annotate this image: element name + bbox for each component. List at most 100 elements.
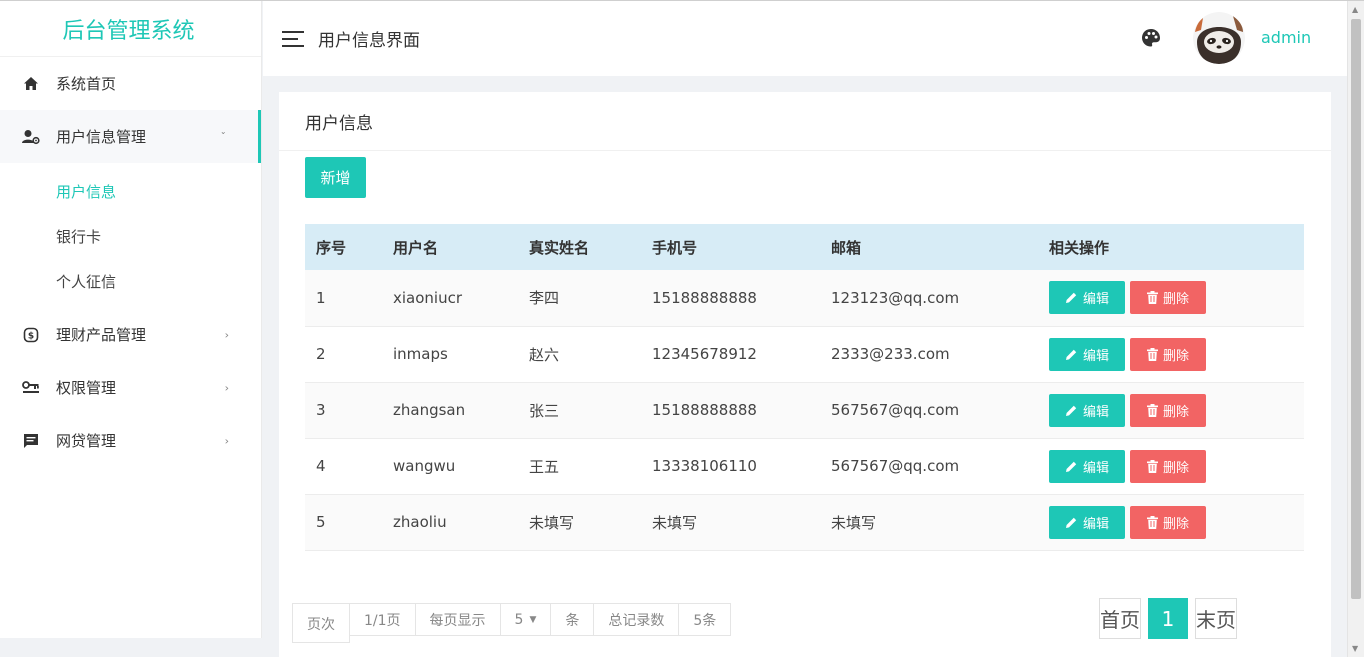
sidebar-subitem-bank-card[interactable]: 银行卡 — [0, 214, 261, 259]
table-row: 1 xiaoniucr 李四 15188888888 123123@qq.com 编辑 删除 — [305, 270, 1304, 326]
add-button[interactable]: 新增 — [305, 157, 366, 198]
edit-label: 编辑 — [1082, 348, 1109, 364]
column-header: 手机号 — [652, 238, 698, 257]
menu-toggle-icon[interactable] — [282, 30, 304, 47]
user-management-submenu: 用户信息 银行卡 个人征信 — [0, 163, 261, 308]
chevron-right-icon: › — [224, 434, 229, 447]
row-username: zhaoliu — [393, 513, 447, 531]
row-username: zhangsan — [393, 401, 466, 419]
total-value: 5条 — [679, 603, 732, 636]
row-email: 567567@qq.com — [831, 401, 960, 419]
edit-label: 编辑 — [1082, 516, 1109, 532]
sidebar-item-label: 用户信息管理 — [56, 128, 147, 146]
palette-icon[interactable] — [1140, 27, 1162, 49]
delete-button[interactable]: 删除 — [1130, 449, 1206, 483]
user-table: 序号 用户名 真实姓名 手机号 邮箱 相关操作 1 xiaoniucr 李四 1518… — [305, 224, 1304, 551]
scroll-up-icon[interactable]: ▲ — [1352, 5, 1358, 14]
row-email: 567567@qq.com — [831, 457, 960, 475]
chevron-right-icon: › — [224, 328, 229, 341]
edit-button[interactable]: 编辑 — [1049, 281, 1125, 315]
pagination-info: 页次 1/1页 每页显示 5 ▼ 条 总记录数 5条 — [292, 603, 732, 643]
delete-label: 删除 — [1162, 348, 1189, 364]
pencil-icon — [1065, 291, 1078, 304]
pencil-icon — [1065, 460, 1078, 473]
user-name[interactable]: admin — [1261, 28, 1311, 47]
table-row: 3 zhangsan 张三 15188888888 567567@qq.com 编辑 删除 — [305, 382, 1304, 438]
table-row: 4 wangwu 王五 13338106110 567567@qq.com 编辑 删除 — [305, 438, 1304, 494]
sidebar-item-label: 理财产品管理 — [56, 326, 147, 344]
column-header: 序号 — [316, 238, 347, 257]
scrollbar-thumb[interactable] — [1351, 19, 1361, 599]
sidebar-item-label: 权限管理 — [56, 379, 117, 397]
row-actions: 编辑 删除 — [1038, 270, 1304, 326]
delete-button[interactable]: 删除 — [1130, 393, 1206, 427]
first-page-button[interactable]: 首页 — [1099, 598, 1141, 639]
message-icon — [22, 432, 40, 450]
vertical-scrollbar[interactable]: ▲ ▼ — [1347, 1, 1364, 657]
chevron-right-icon: › — [224, 381, 229, 394]
user-settings-icon — [22, 128, 40, 146]
delete-button[interactable]: 删除 — [1130, 281, 1206, 315]
per-page-select[interactable]: 5 ▼ — [500, 603, 552, 636]
delete-label: 删除 — [1162, 404, 1189, 420]
edit-button[interactable]: 编辑 — [1049, 337, 1125, 371]
page-number-button[interactable]: 1 — [1148, 598, 1188, 639]
chevron-down-icon: ˇ — [220, 130, 227, 143]
row-username: xiaoniucr — [393, 288, 463, 307]
row-index: 4 — [316, 457, 326, 475]
trash-icon — [1146, 459, 1158, 473]
user-info-card: 用户信息 新增 序号 用户名 真实姓名 手机号 邮箱 相关操作 1 xiaoniu… — [279, 92, 1331, 657]
sidebar-item-finance-products[interactable]: $ 理财产品管理 › — [0, 308, 261, 361]
sidebar-subitem-credit[interactable]: 个人征信 — [0, 259, 261, 304]
last-page-button[interactable]: 末页 — [1195, 598, 1237, 639]
edit-label: 编辑 — [1082, 404, 1109, 420]
brand-title: 后台管理系统 — [0, 1, 261, 57]
row-realname: 王五 — [529, 457, 560, 476]
row-username: inmaps — [393, 345, 448, 363]
row-email: 未填写 — [831, 513, 877, 532]
sidebar-item-label: 系统首页 — [56, 75, 117, 93]
column-header: 用户名 — [393, 238, 439, 257]
per-page-value: 5 — [514, 611, 524, 628]
scroll-down-icon[interactable]: ▼ — [1352, 644, 1358, 653]
delete-button[interactable]: 删除 — [1130, 337, 1206, 371]
edit-button[interactable]: 编辑 — [1049, 393, 1125, 427]
column-header: 相关操作 — [1049, 238, 1110, 257]
edit-button[interactable]: 编辑 — [1049, 449, 1125, 483]
row-phone: 15188888888 — [652, 401, 757, 419]
delete-label: 删除 — [1162, 292, 1189, 308]
sidebar-item-online-loans[interactable]: 网贷管理 › — [0, 414, 261, 467]
edit-button[interactable]: 编辑 — [1049, 505, 1125, 539]
table-row: 5 zhaoliu 未填写 未填写 未填写 编辑 删除 — [305, 494, 1304, 550]
row-index: 2 — [316, 345, 326, 363]
row-realname: 赵六 — [529, 345, 560, 364]
sidebar-item-permissions[interactable]: 权限管理 › — [0, 361, 261, 414]
trash-icon — [1146, 291, 1158, 305]
trash-icon — [1146, 515, 1158, 529]
sidebar-subitem-user-info[interactable]: 用户信息 — [0, 169, 261, 214]
sidebar-item-user-management[interactable]: 用户信息管理 ˇ — [0, 110, 261, 163]
finance-icon: $ — [22, 326, 40, 344]
top-header: 用户信息界面 admin — [263, 1, 1347, 76]
row-actions: 编辑 删除 — [1038, 382, 1304, 438]
total-label: 总记录数 — [594, 603, 680, 636]
caret-down-icon: ▼ — [529, 614, 537, 625]
trash-icon — [1146, 347, 1158, 361]
per-page-label: 每页显示 — [415, 603, 501, 636]
avatar[interactable] — [1193, 12, 1245, 64]
column-header: 邮箱 — [831, 238, 862, 257]
table-row: 2 inmaps 赵六 12345678912 2333@233.com 编辑 删除 — [305, 326, 1304, 382]
page-label: 页次 — [292, 603, 350, 643]
sidebar-item-label: 网贷管理 — [56, 432, 117, 450]
row-email: 123123@qq.com — [831, 288, 960, 307]
edit-label: 编辑 — [1082, 292, 1109, 308]
delete-button[interactable]: 删除 — [1130, 505, 1206, 539]
row-phone: 15188888888 — [652, 288, 757, 307]
delete-label: 删除 — [1162, 516, 1189, 532]
row-index: 5 — [316, 513, 326, 531]
row-realname: 张三 — [529, 401, 560, 420]
svg-text:$: $ — [28, 331, 34, 341]
sidebar-item-home[interactable]: 系统首页 — [0, 57, 261, 110]
pagination: 首页 1 末页 — [1099, 598, 1237, 639]
sidebar-footer-strip — [0, 638, 262, 657]
